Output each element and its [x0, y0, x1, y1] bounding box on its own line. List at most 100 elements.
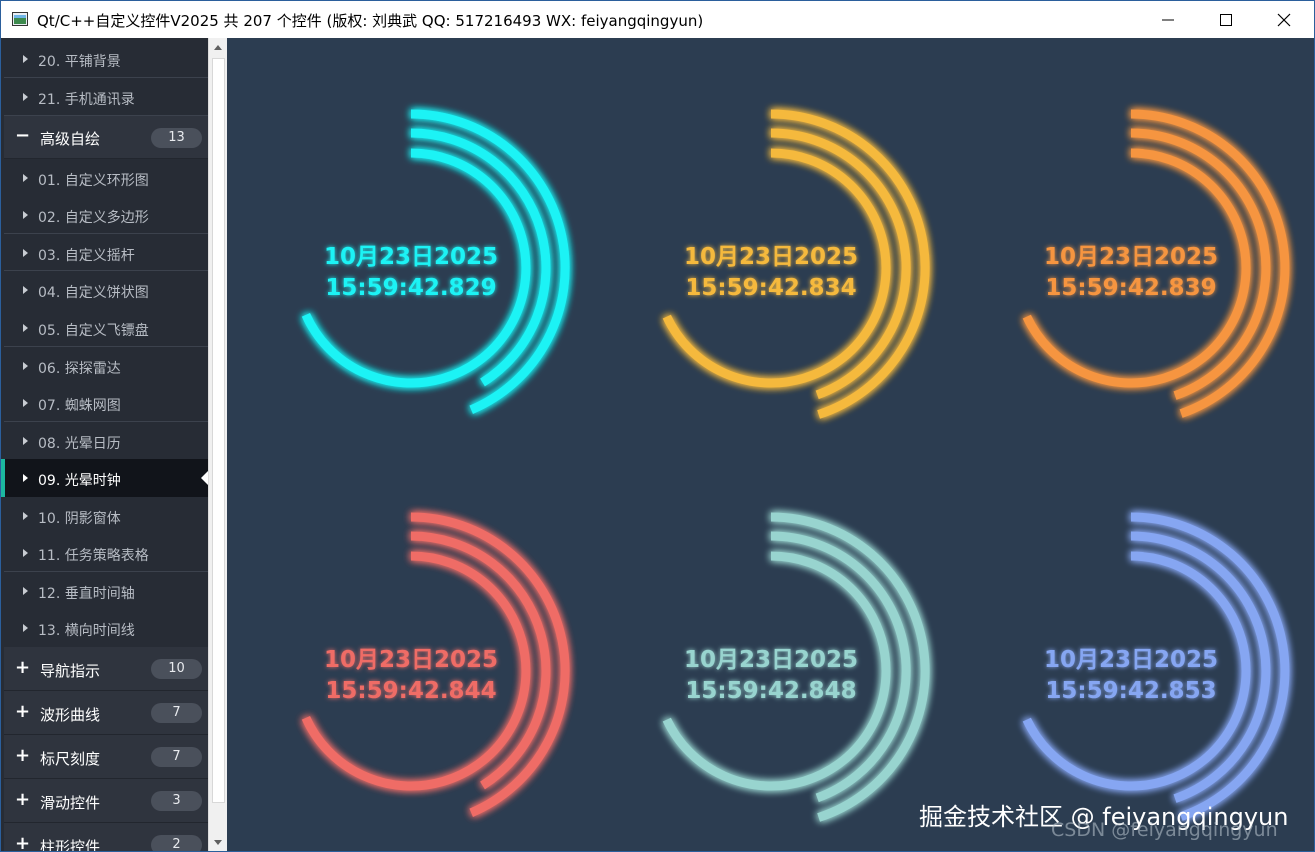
nav-group[interactable]: + 标尺刻度 7 — [4, 735, 208, 779]
expand-icon: + — [15, 833, 31, 852]
maximize-button[interactable] — [1197, 1, 1255, 38]
selected-caret-icon — [201, 471, 208, 485]
glow-clock: 10月23日2025 15:59:42.844 — [301, 512, 570, 817]
nav-item[interactable]: 20. 平铺背景 — [4, 40, 208, 78]
nav-item[interactable]: 11. 任务策略表格 — [4, 534, 208, 572]
expand-triangle-icon — [23, 587, 28, 595]
expand-icon: + — [15, 789, 31, 810]
count-badge: 7 — [151, 703, 202, 723]
sidebar-scrollbar[interactable] — [208, 38, 227, 851]
app-icon — [12, 12, 28, 26]
nav-group[interactable]: + 柱形控件 2 — [4, 823, 208, 852]
nav-item[interactable]: 08. 光晕日历 — [4, 422, 208, 459]
glow-clock: 10月23日2025 15:59:42.853 — [1022, 512, 1290, 821]
nav-item-label: 06. 探探雷达 — [38, 361, 121, 377]
nav-group-label: 波形曲线 — [40, 706, 101, 724]
nav-group-advanced-drawing[interactable]: − 高级自绘 13 — [4, 116, 208, 159]
nav-item[interactable]: 04. 自定义饼状图 — [4, 271, 208, 309]
nav-group-label: 导航指示 — [40, 662, 101, 680]
nav-item-label: 05. 自定义飞镖盘 — [38, 323, 149, 339]
scroll-thumb[interactable] — [212, 58, 225, 803]
expand-triangle-icon — [23, 437, 28, 445]
clock-time-label: 15:59:42.829 — [325, 275, 496, 301]
nav-item-label: 21. 手机通讯录 — [38, 92, 135, 108]
close-button[interactable] — [1255, 1, 1313, 38]
clock-time-label: 15:59:42.834 — [685, 275, 856, 301]
glow-clock: 10月23日2025 15:59:42.839 — [1022, 109, 1290, 418]
nav-item-label: 01. 自定义环形图 — [38, 173, 149, 189]
nav-item-label: 03. 自定义摇杆 — [38, 248, 135, 264]
count-badge: 2 — [151, 835, 202, 851]
expand-triangle-icon — [23, 174, 28, 182]
watermark-csdn: CSDN @feiyangqingyun — [1051, 819, 1278, 841]
scroll-down-arrow-icon[interactable] — [214, 840, 222, 845]
nav-item-label: 07. 蜘蛛网图 — [38, 398, 121, 414]
expand-triangle-icon — [23, 93, 28, 101]
nav-group-label: 滑动控件 — [40, 794, 101, 812]
nav-item[interactable]: 07. 蜘蛛网图 — [4, 384, 208, 422]
expand-triangle-icon — [23, 249, 28, 257]
glow-clock: 10月23日2025 15:59:42.829 — [301, 109, 570, 414]
glow-clocks-canvas: 10月23日2025 15:59:42.829 10月23日2025 15:59:42… — [301, 109, 1290, 822]
close-icon — [1277, 13, 1291, 27]
expand-triangle-icon — [23, 324, 28, 332]
nav-item-label: 02. 自定义多边形 — [38, 210, 149, 226]
nav-item[interactable]: 03. 自定义摇杆 — [4, 234, 208, 271]
app-window: Qt/C++自定义控件V2025 共 207 个控件 (版权: 刘典武 QQ: … — [0, 0, 1315, 852]
nav-item-label: 04. 自定义饼状图 — [38, 285, 149, 301]
expand-triangle-icon — [23, 362, 28, 370]
expand-triangle-icon — [23, 624, 28, 632]
clock-date-label: 10月23日2025 — [324, 647, 498, 673]
collapse-icon: − — [15, 125, 31, 146]
nav-item[interactable]: 06. 探探雷达 — [4, 347, 208, 384]
nav-item[interactable]: 10. 阴影窗体 — [4, 497, 208, 534]
expand-triangle-icon — [23, 549, 28, 557]
clock-time-label: 15:59:42.844 — [325, 678, 496, 704]
nav-item-label: 08. 光晕日历 — [38, 436, 121, 452]
expand-triangle-icon — [23, 286, 28, 294]
nav-item-glow-clock[interactable]: 09. 光晕时钟 — [1, 459, 208, 497]
expand-triangle-icon — [23, 474, 28, 482]
clock-date-label: 10月23日2025 — [1044, 244, 1218, 270]
expand-icon: + — [15, 657, 31, 678]
expand-triangle-icon — [23, 399, 28, 407]
clock-date-label: 10月23日2025 — [684, 647, 858, 673]
clock-date-label: 10月23日2025 — [684, 244, 858, 270]
clock-time-label: 15:59:42.839 — [1045, 275, 1216, 301]
nav-item[interactable]: 13. 横向时间线 — [4, 609, 208, 647]
clock-time-label: 15:59:42.848 — [685, 678, 856, 704]
nav-item[interactable]: 05. 自定义飞镖盘 — [4, 309, 208, 347]
active-indicator — [1, 459, 5, 497]
nav-group[interactable]: + 波形曲线 7 — [4, 691, 208, 735]
nav-item-label: 09. 光晕时钟 — [38, 473, 121, 489]
nav-group-label: 标尺刻度 — [40, 750, 101, 768]
nav-group[interactable]: + 滑动控件 3 — [4, 779, 208, 823]
glow-clock-panel: 10月23日2025 15:59:42.829 10月23日2025 15:59:42… — [227, 38, 1314, 851]
nav-group-label: 柱形控件 — [40, 838, 101, 852]
nav-item[interactable]: 21. 手机通讯录 — [4, 78, 208, 116]
count-badge: 10 — [151, 659, 202, 679]
scroll-up-arrow-icon[interactable] — [214, 45, 222, 50]
expand-triangle-icon — [23, 211, 28, 219]
glow-clock: 10月23日2025 15:59:42.834 — [662, 109, 930, 419]
clock-time-label: 15:59:42.853 — [1045, 678, 1216, 704]
expand-icon: + — [15, 701, 31, 722]
count-badge: 7 — [151, 747, 202, 767]
nav-item[interactable]: 01. 自定义环形图 — [4, 159, 208, 196]
nav-item-label: 12. 垂直时间轴 — [38, 586, 135, 602]
maximize-icon — [1220, 14, 1232, 26]
window-title: Qt/C++自定义控件V2025 共 207 个控件 (版权: 刘典武 QQ: … — [37, 12, 704, 30]
nav-item-label: 11. 任务策略表格 — [38, 548, 149, 564]
count-badge: 3 — [151, 791, 202, 811]
minimize-icon — [1162, 19, 1174, 21]
nav-item-label: 13. 横向时间线 — [38, 623, 135, 639]
sidebar-nav: 20. 平铺背景 21. 手机通讯录 − 高级自绘 13 01. 自定义环形图 … — [1, 38, 208, 852]
expand-triangle-icon — [23, 55, 28, 63]
minimize-button[interactable] — [1139, 1, 1197, 38]
nav-group[interactable]: + 导航指示 10 — [4, 647, 208, 691]
nav-group-label: 高级自绘 — [40, 130, 101, 148]
nav-item[interactable]: 02. 自定义多边形 — [4, 196, 208, 234]
nav-item[interactable]: 12. 垂直时间轴 — [4, 572, 208, 609]
expand-triangle-icon — [23, 512, 28, 520]
glow-clock: 10月23日2025 15:59:42.848 — [662, 512, 930, 822]
